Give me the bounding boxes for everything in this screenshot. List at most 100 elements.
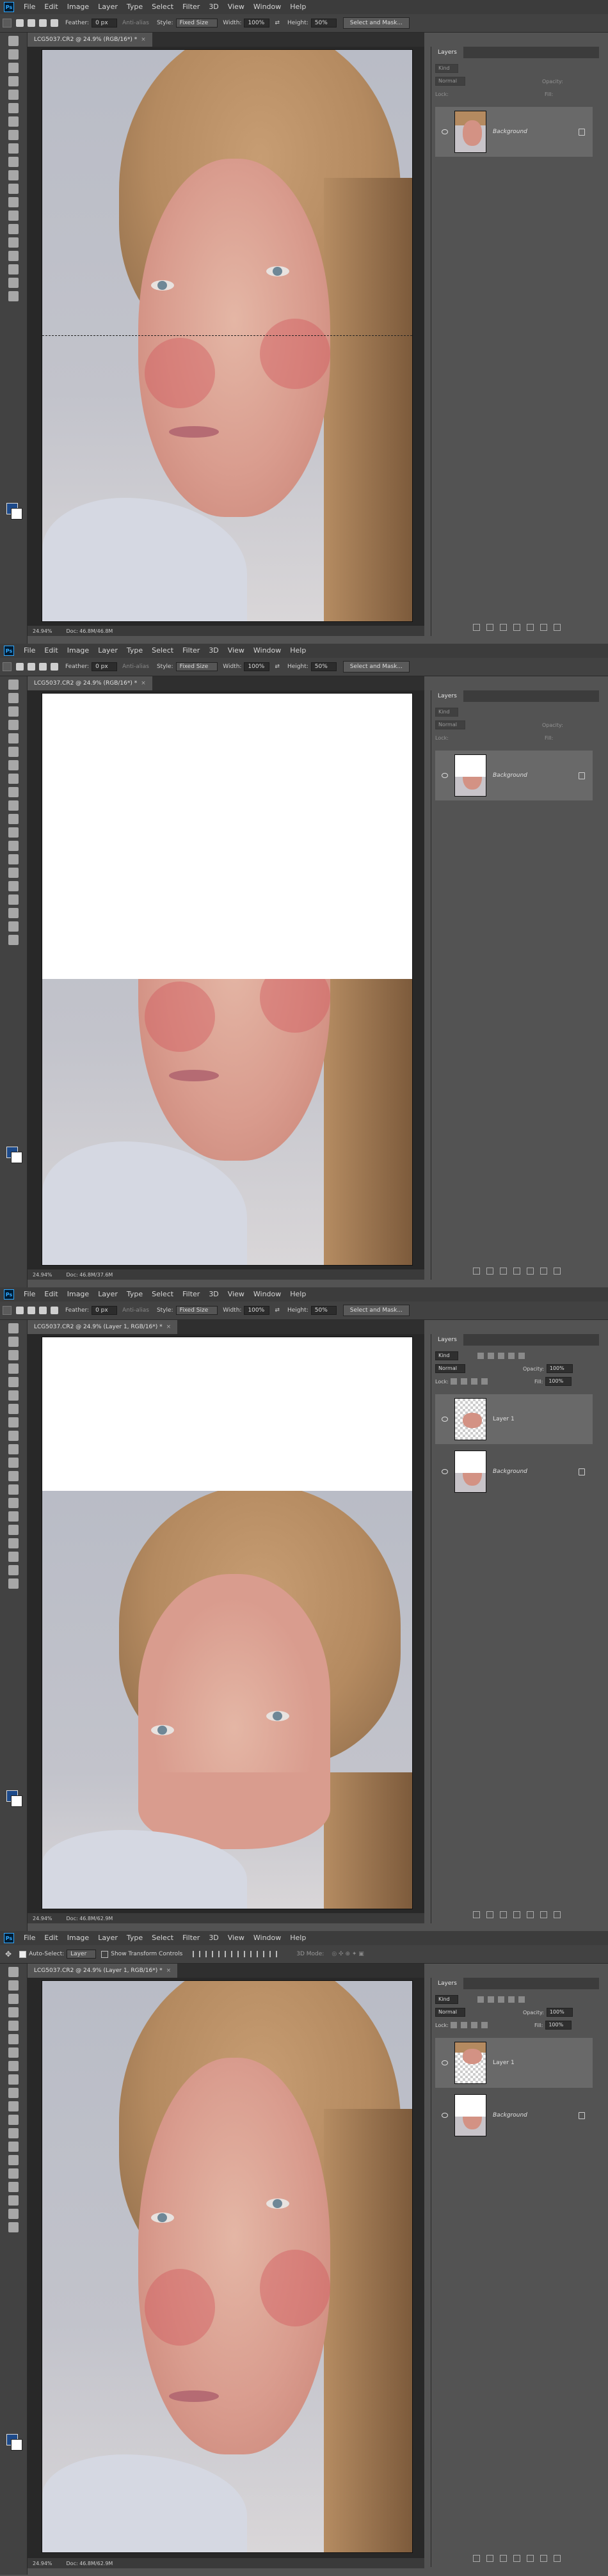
close-icon[interactable]: × xyxy=(141,680,146,687)
layers-tab[interactable]: Layers xyxy=(431,1978,463,1989)
layers-tab[interactable]: Layers xyxy=(431,47,463,58)
layer-name[interactable]: Background xyxy=(493,2112,527,2119)
opacity-input[interactable]: 100% xyxy=(546,2008,573,2017)
eyedropper-icon[interactable] xyxy=(8,2034,19,2044)
eraser-icon[interactable] xyxy=(8,814,19,824)
adjustment-icon[interactable] xyxy=(513,1911,520,1918)
document-tab[interactable]: LCG5037.CR2 @ 24.9% (Layer 1, RGB/16*) *… xyxy=(28,1320,178,1334)
visibility-eye-icon[interactable] xyxy=(440,1468,449,1475)
trash-icon[interactable] xyxy=(554,2555,561,2562)
type-icon[interactable] xyxy=(8,1525,19,1535)
move-icon[interactable] xyxy=(8,36,19,46)
layer-name[interactable]: Background xyxy=(493,772,527,779)
zoom-level[interactable]: 24.94% xyxy=(33,2561,52,2566)
stamp-icon[interactable] xyxy=(8,787,19,797)
hand-icon[interactable] xyxy=(8,2209,19,2219)
intersect-selection-icon[interactable] xyxy=(51,663,58,671)
magic-wand-icon[interactable] xyxy=(8,2007,19,2017)
marquee-icon[interactable] xyxy=(8,693,19,703)
lock-icon[interactable] xyxy=(579,1468,585,1475)
adjustment-icon[interactable] xyxy=(513,1268,520,1275)
menu-type[interactable]: Type xyxy=(122,1931,147,1945)
crop-icon[interactable] xyxy=(8,2021,19,2031)
eraser-icon[interactable] xyxy=(8,170,19,180)
stamp-icon[interactable] xyxy=(8,1431,19,1441)
marquee-tool-preset-icon[interactable] xyxy=(3,19,12,28)
width-input[interactable]: 100% xyxy=(244,662,270,671)
menu-select[interactable]: Select xyxy=(147,1287,178,1301)
blur-icon[interactable] xyxy=(8,2128,19,2138)
dodge-icon[interactable] xyxy=(8,1498,19,1508)
healing-icon[interactable] xyxy=(8,116,19,127)
filter-shape-icon[interactable] xyxy=(508,1996,515,2003)
menu-file[interactable]: File xyxy=(19,1287,40,1301)
filter-adjustment-icon[interactable] xyxy=(487,1996,494,2003)
menu-3d[interactable]: 3D xyxy=(204,1287,223,1301)
layer-name[interactable]: Layer 1 xyxy=(493,2060,515,2066)
trash-icon[interactable] xyxy=(554,624,561,631)
layers-tab[interactable]: Layers xyxy=(431,690,463,702)
layer-row-background[interactable]: Background xyxy=(435,751,593,800)
zoom-icon[interactable] xyxy=(8,2222,19,2232)
menu-select[interactable]: Select xyxy=(147,1931,178,1945)
history-brush-icon[interactable] xyxy=(8,800,19,811)
lasso-icon[interactable] xyxy=(8,1994,19,2004)
background-color-swatch[interactable] xyxy=(11,1152,22,1163)
stamp-icon[interactable] xyxy=(8,143,19,154)
menu-help[interactable]: Help xyxy=(285,0,310,14)
visibility-eye-icon[interactable] xyxy=(440,2112,449,2119)
visibility-eye-icon[interactable] xyxy=(440,2060,449,2066)
feather-input[interactable]: 0 px xyxy=(92,662,118,671)
3d-rotate-icon[interactable]: ◎ ✣ ⊕ ✦ ▣ xyxy=(332,1951,364,1957)
menu-type[interactable]: Type xyxy=(122,1287,147,1301)
zoom-icon[interactable] xyxy=(8,935,19,945)
lock-image-icon[interactable] xyxy=(460,1378,467,1385)
document-canvas[interactable] xyxy=(42,1337,413,1909)
menu-select[interactable]: Select xyxy=(147,644,178,658)
filter-pixel-icon[interactable] xyxy=(477,1353,484,1359)
document-tab[interactable]: LCG5037.CR2 @ 24.9% (Layer 1, RGB/16*) *… xyxy=(28,1964,178,1978)
lasso-icon[interactable] xyxy=(8,1350,19,1360)
marquee-icon[interactable] xyxy=(8,49,19,60)
visibility-eye-icon[interactable] xyxy=(440,1416,449,1422)
add-selection-icon[interactable] xyxy=(28,663,35,671)
width-input[interactable]: 100% xyxy=(244,1306,270,1315)
blend-mode-select[interactable]: Normal xyxy=(435,720,465,729)
menu-image[interactable]: Image xyxy=(63,0,93,14)
history-brush-icon[interactable] xyxy=(8,2088,19,2098)
fill-input[interactable]: 100% xyxy=(545,2021,572,2030)
group-icon[interactable] xyxy=(527,2555,534,2562)
add-selection-icon[interactable] xyxy=(28,19,35,27)
marquee-tool-preset-icon[interactable] xyxy=(3,662,12,671)
menu-view[interactable]: View xyxy=(223,1287,249,1301)
move-icon[interactable] xyxy=(8,1967,19,1977)
fx-icon[interactable] xyxy=(486,2555,493,2562)
blend-mode-select[interactable]: Normal xyxy=(435,2008,465,2017)
pen-icon[interactable] xyxy=(8,2155,19,2165)
align-top-icon[interactable] xyxy=(193,1951,201,1957)
menu-layer[interactable]: Layer xyxy=(93,1931,122,1945)
select-and-mask-button[interactable]: Select and Mask... xyxy=(342,1305,410,1316)
height-input[interactable]: 50% xyxy=(310,662,337,671)
marquee-icon[interactable] xyxy=(8,1980,19,1991)
menu-edit[interactable]: Edit xyxy=(40,1931,62,1945)
menu-filter[interactable]: Filter xyxy=(178,644,204,658)
lasso-icon[interactable] xyxy=(8,706,19,717)
close-icon[interactable]: × xyxy=(141,36,146,43)
height-input[interactable]: 50% xyxy=(310,1306,337,1315)
eyedropper-icon[interactable] xyxy=(8,747,19,757)
rectangle-icon[interactable] xyxy=(8,908,19,918)
menu-edit[interactable]: Edit xyxy=(40,0,62,14)
menu-file[interactable]: File xyxy=(19,644,40,658)
menu-layer[interactable]: Layer xyxy=(93,0,122,14)
fx-icon[interactable] xyxy=(486,1268,493,1275)
feather-input[interactable]: 0 px xyxy=(92,19,118,28)
mask-icon[interactable] xyxy=(500,1911,507,1918)
type-icon[interactable] xyxy=(8,2168,19,2179)
crop-icon[interactable] xyxy=(8,1377,19,1387)
kind-filter-select[interactable]: Kind xyxy=(435,64,458,73)
menu-layer[interactable]: Layer xyxy=(93,644,122,658)
rectangle-icon[interactable] xyxy=(8,2195,19,2206)
menu-view[interactable]: View xyxy=(223,1931,249,1945)
hand-icon[interactable] xyxy=(8,921,19,932)
